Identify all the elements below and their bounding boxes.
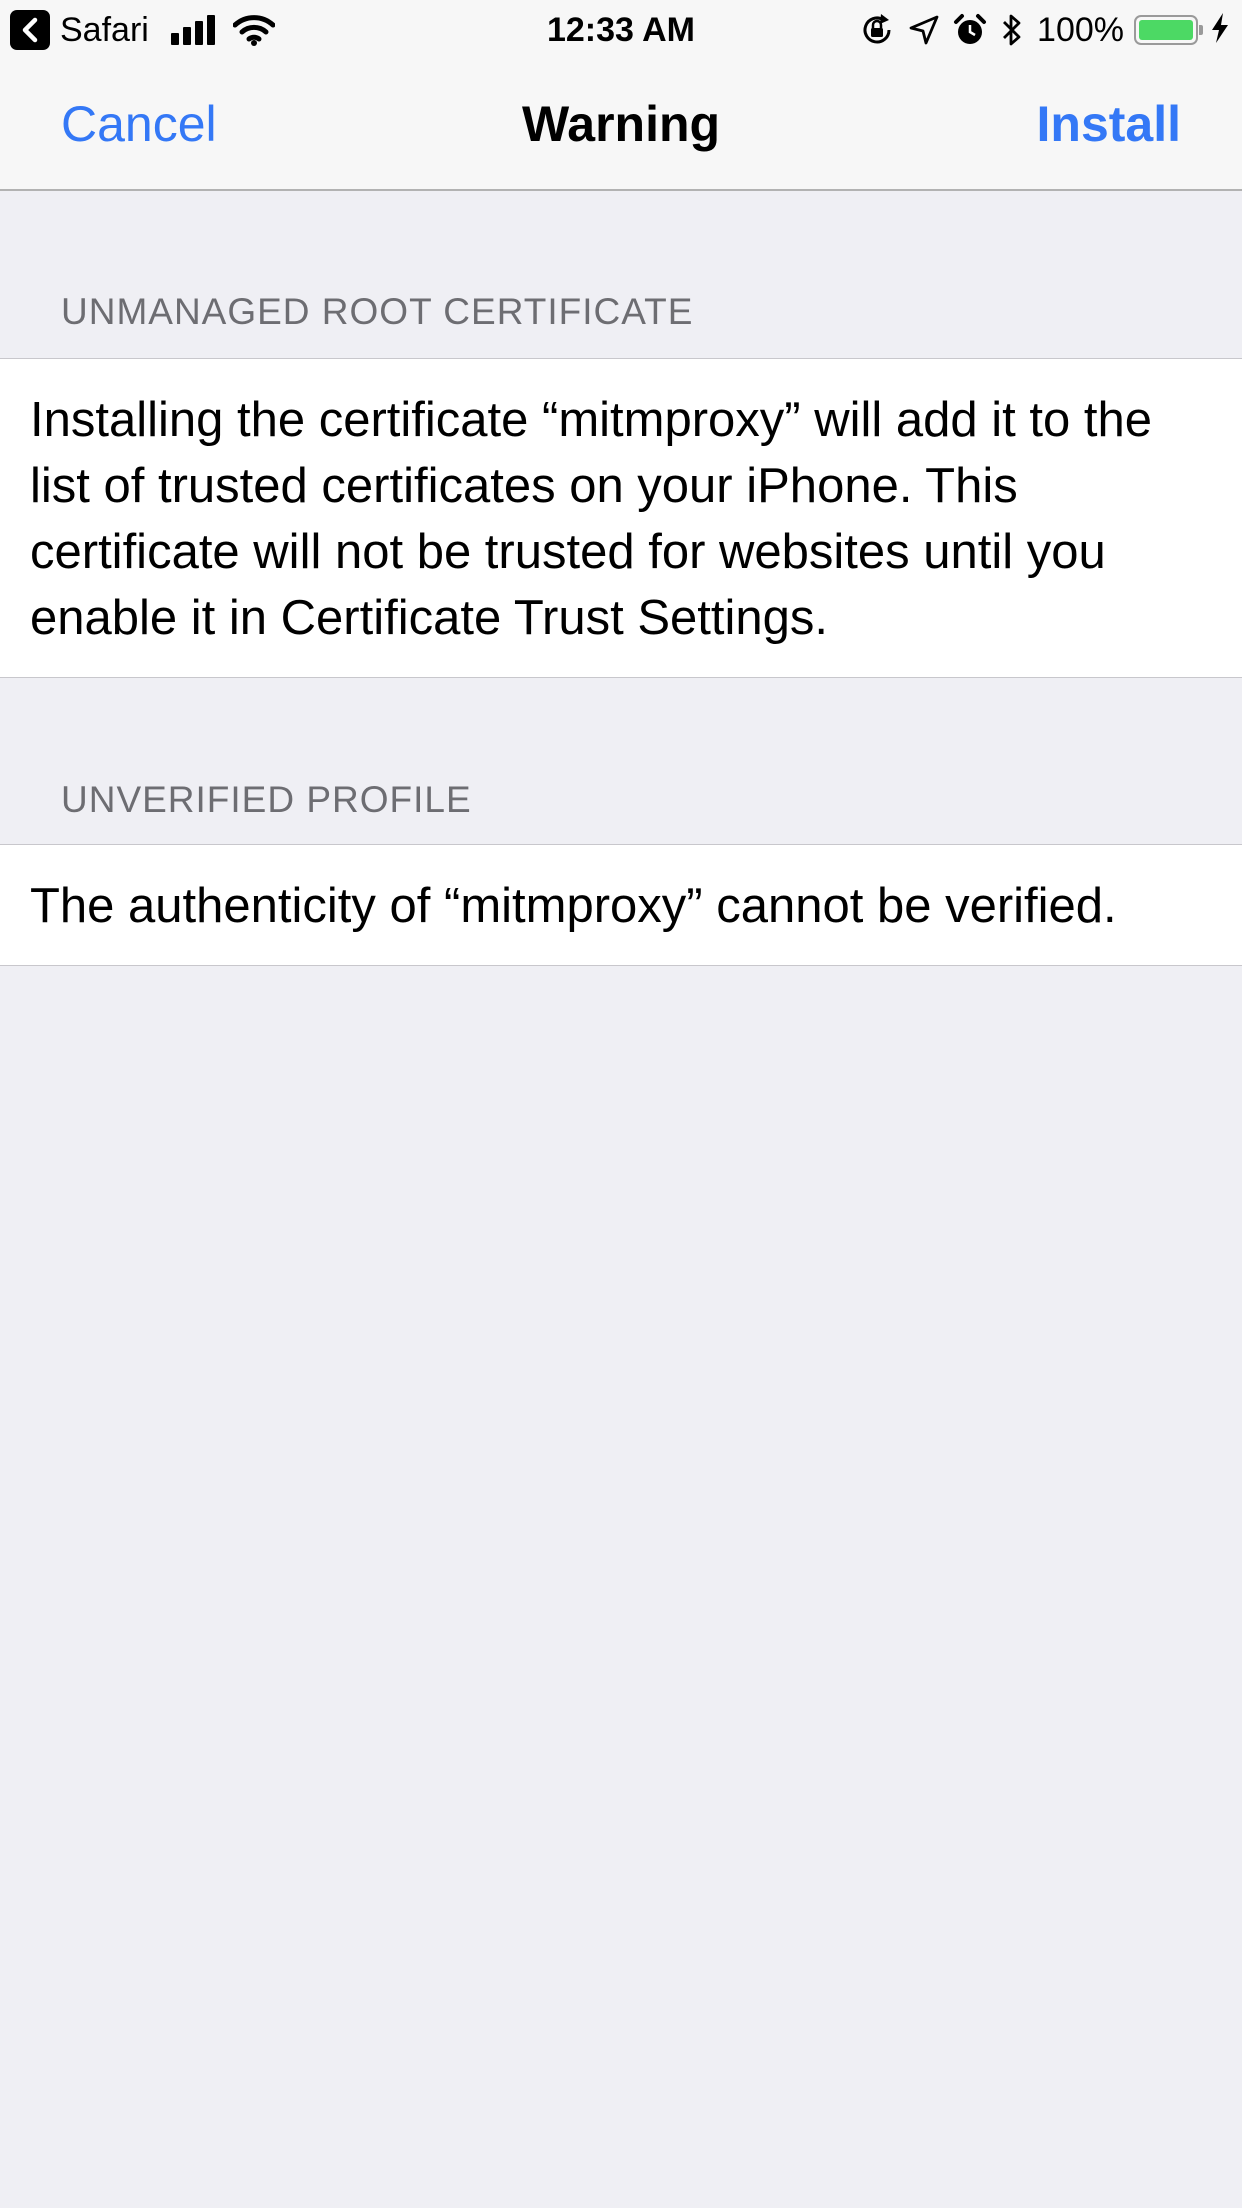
alarm-icon: [953, 13, 987, 47]
battery-icon: [1134, 15, 1203, 45]
battery-percent: 100%: [1037, 11, 1124, 49]
bluetooth-icon: [1001, 12, 1023, 48]
navigation-bar: Cancel Warning Install: [0, 60, 1242, 191]
warning-text-root-certificate: Installing the certificate “mitmproxy” w…: [30, 393, 1152, 645]
warning-cell-root-certificate: Installing the certificate “mitmproxy” w…: [0, 358, 1242, 678]
section-header-unverified-profile: UNVERIFIED PROFILE: [61, 779, 472, 820]
warning-text-unverified-profile: The authenticity of “mitmproxy” cannot b…: [30, 879, 1117, 933]
install-button[interactable]: Install: [1037, 96, 1181, 152]
orientation-lock-icon: [859, 12, 895, 48]
status-bar-right: 100%: [859, 10, 1230, 50]
status-bar: Safari 12:33 AM 100%: [0, 0, 1242, 60]
section-header-unmanaged-root-certificate: UNMANAGED ROOT CERTIFICATE: [61, 291, 694, 332]
location-arrow-icon: [909, 15, 939, 45]
battery-fill: [1139, 20, 1193, 40]
charging-bolt-icon: [1210, 12, 1230, 49]
warning-cell-unverified-profile: The authenticity of “mitmproxy” cannot b…: [0, 844, 1242, 966]
